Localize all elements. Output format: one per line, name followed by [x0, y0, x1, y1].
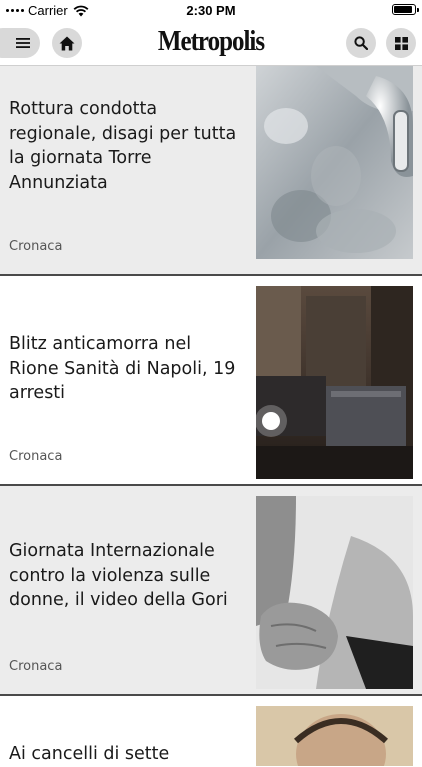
search-icon [354, 36, 368, 50]
article-title[interactable]: Blitz anticamorra nel Rione Sanità di Na… [9, 332, 241, 406]
search-button[interactable] [346, 28, 376, 58]
article-category[interactable]: Cronaca [9, 449, 62, 464]
battery-icon [392, 4, 419, 15]
portrait-image [256, 706, 413, 766]
street-night-image [256, 286, 413, 479]
article-list: Rottura condotta regionale, disagi per t… [0, 66, 422, 766]
battery-fill [394, 6, 412, 13]
sections-button[interactable] [386, 28, 416, 58]
fist-image [256, 496, 413, 689]
top-navigation-bar: Metropolis [0, 22, 422, 66]
article-thumbnail[interactable] [256, 496, 413, 689]
article-title[interactable]: Ai cancelli di sette [9, 742, 241, 767]
article-thumbnail[interactable] [256, 286, 413, 479]
article-card[interactable]: Giornata Internazionale contro la violen… [0, 486, 422, 696]
article-category[interactable]: Cronaca [9, 239, 62, 254]
faucet-image [256, 66, 413, 259]
status-bar: Carrier 2:30 PM [0, 0, 422, 22]
article-title[interactable]: Rottura condotta regionale, disagi per t… [9, 97, 241, 195]
article-category[interactable]: Cronaca [9, 659, 62, 674]
article-card[interactable]: Ai cancelli di sette [0, 696, 422, 766]
article-thumbnail[interactable] [256, 706, 413, 766]
article-thumbnail[interactable] [256, 66, 413, 259]
status-time: 2:30 PM [186, 3, 236, 18]
article-card[interactable]: Rottura condotta regionale, disagi per t… [0, 66, 422, 276]
article-title[interactable]: Giornata Internazionale contro la violen… [9, 539, 241, 613]
article-card[interactable]: Blitz anticamorra nel Rione Sanità di Na… [0, 276, 422, 486]
grid-icon [394, 36, 408, 50]
